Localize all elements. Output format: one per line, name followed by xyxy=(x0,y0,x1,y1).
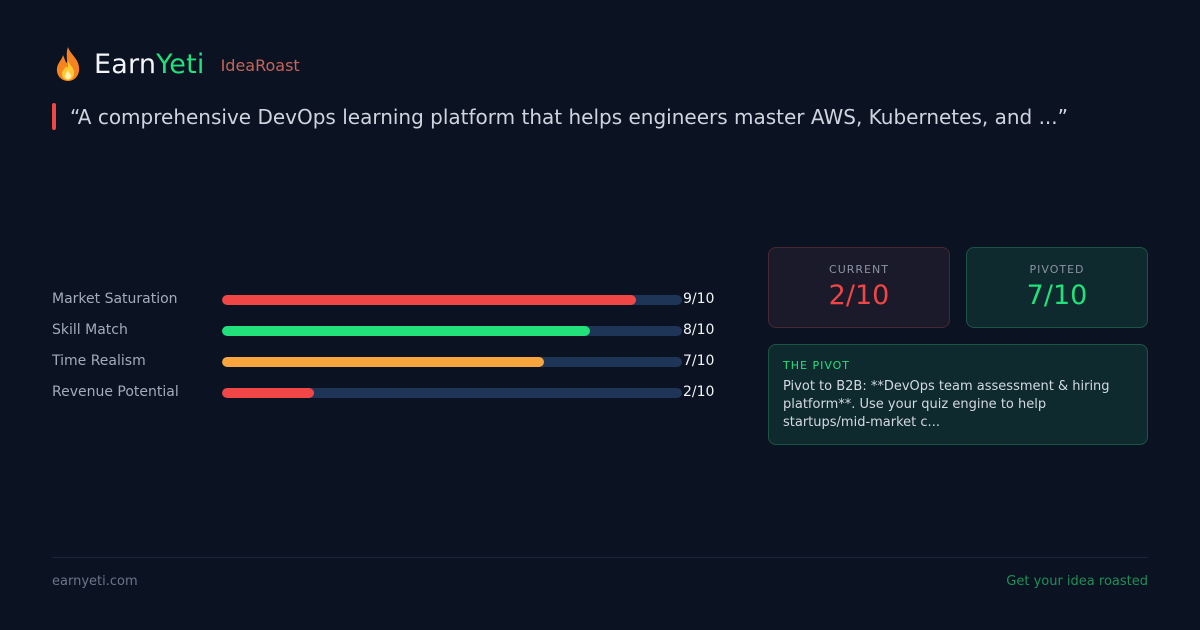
footer-divider xyxy=(52,557,1148,558)
metric-label: Skill Match xyxy=(52,322,128,338)
metric-bar-track xyxy=(222,295,682,305)
metric-list: Market Saturation 9/10 Skill Match 8/10 … xyxy=(52,290,722,414)
product-name: IdeaRoast xyxy=(220,56,300,75)
flame-icon xyxy=(52,46,84,82)
metric-bar-fill xyxy=(222,357,544,367)
pivot-body: Pivot to B2B: **DevOps team assessment &… xyxy=(783,379,1110,430)
metric-row: Revenue Potential 2/10 xyxy=(52,383,722,414)
pivoted-score-caption: PIVOTED xyxy=(1029,263,1085,276)
metric-label: Revenue Potential xyxy=(52,384,179,400)
metric-bar-fill xyxy=(222,388,314,398)
idea-quote-text: “A comprehensive DevOps learning platfor… xyxy=(70,104,1068,129)
current-score-value: 2/10 xyxy=(828,280,890,311)
quote-accent-bar xyxy=(52,103,56,130)
metric-row: Time Realism 7/10 xyxy=(52,352,722,383)
footer-site[interactable]: earnyeti.com xyxy=(52,574,138,589)
metric-bar-fill xyxy=(222,326,590,336)
metric-bar-track xyxy=(222,326,682,336)
brand-name-part2: Yeti xyxy=(156,48,205,80)
pivot-panel: THE PIVOT Pivot to B2B: **DevOps team as… xyxy=(768,344,1148,445)
metric-score: 2/10 xyxy=(683,384,715,400)
current-score-caption: CURRENT xyxy=(829,263,889,276)
metric-bar-track xyxy=(222,388,682,398)
idea-quote: “A comprehensive DevOps learning platfor… xyxy=(52,103,1068,130)
metric-score: 9/10 xyxy=(683,291,715,307)
metric-row: Market Saturation 9/10 xyxy=(52,290,722,321)
metric-label: Time Realism xyxy=(52,353,146,369)
pivoted-score-value: 7/10 xyxy=(1026,280,1088,311)
metric-bar-fill xyxy=(222,295,636,305)
header: EarnYeti IdeaRoast xyxy=(52,44,300,84)
metric-bar-track xyxy=(222,357,682,367)
metric-score: 8/10 xyxy=(683,322,715,338)
metric-row: Skill Match 8/10 xyxy=(52,321,722,352)
current-score-card: CURRENT 2/10 xyxy=(768,247,950,328)
metric-label: Market Saturation xyxy=(52,291,178,307)
footer-cta-link[interactable]: Get your idea roasted xyxy=(1006,574,1148,589)
pivot-title: THE PIVOT xyxy=(783,359,851,372)
brand-name: EarnYeti xyxy=(94,49,205,80)
brand-name-part1: Earn xyxy=(94,48,157,80)
metric-score: 7/10 xyxy=(683,353,715,369)
pivoted-score-card: PIVOTED 7/10 xyxy=(966,247,1148,328)
